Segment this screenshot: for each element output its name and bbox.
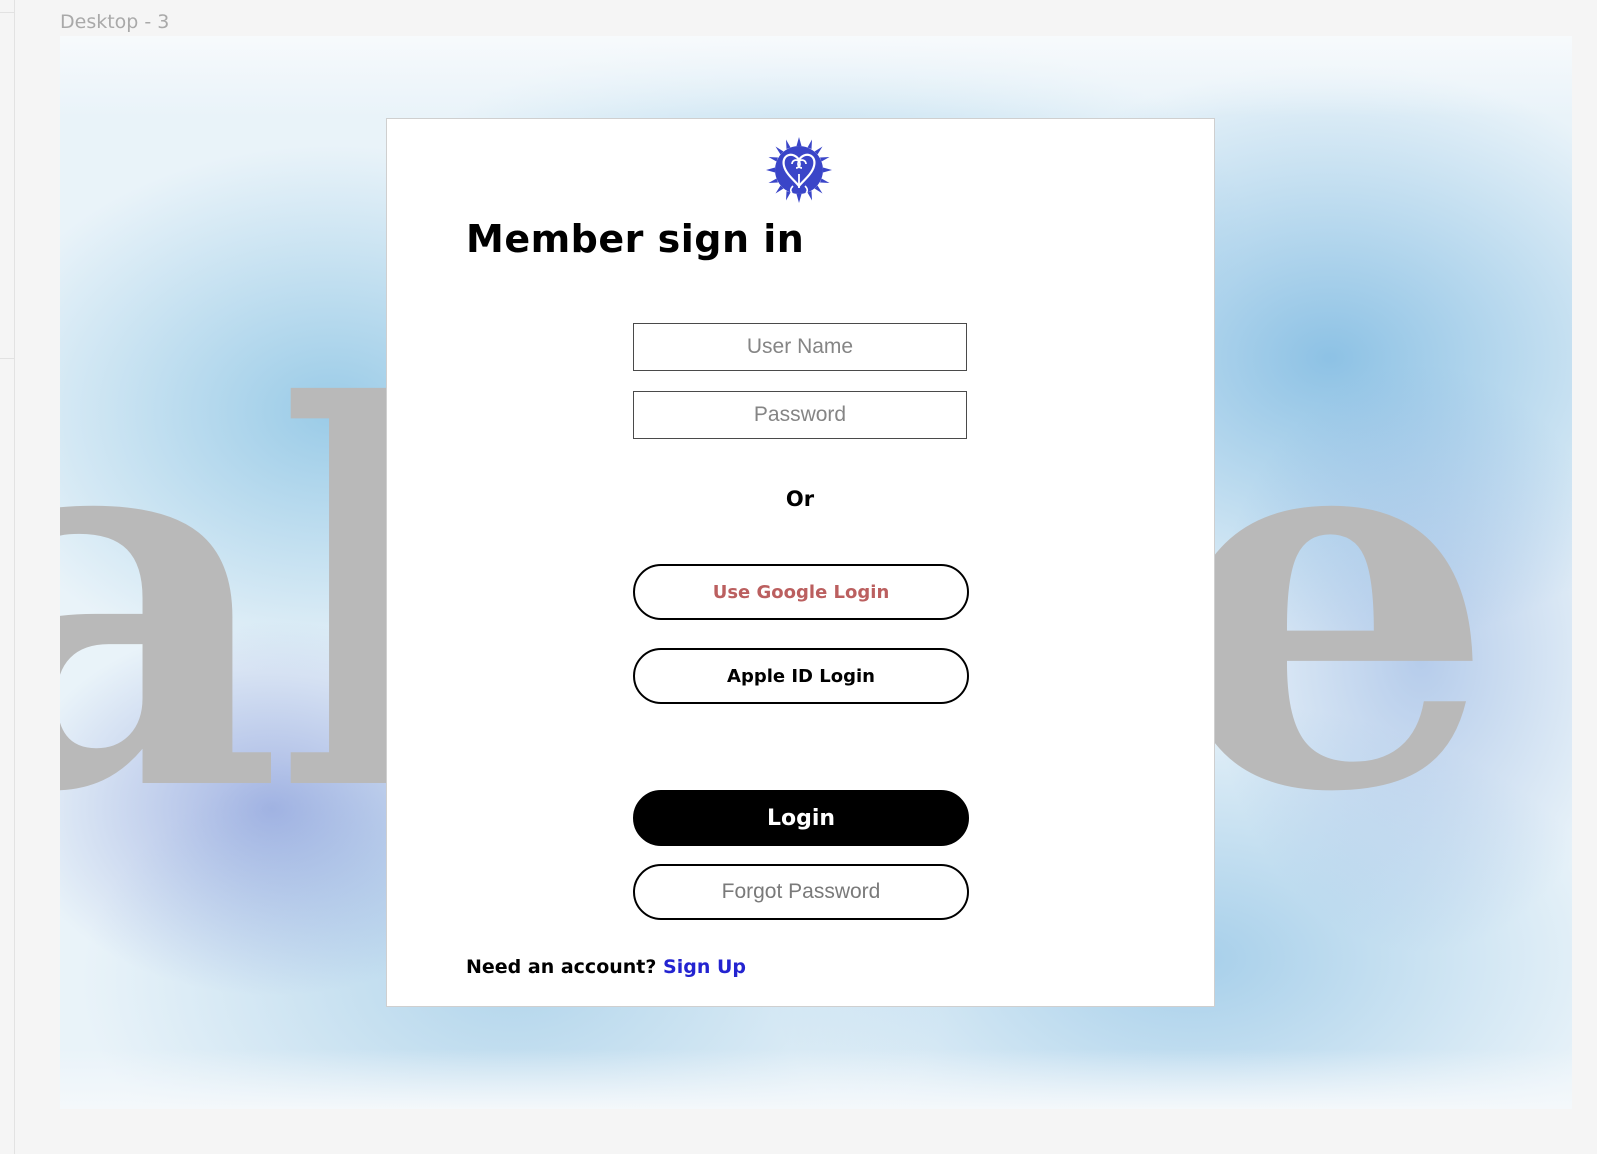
signup-prompt: Need an account? Sign Up xyxy=(466,956,746,978)
forgot-password-button[interactable]: Forgot Password xyxy=(633,864,969,920)
login-label: Login xyxy=(766,805,836,831)
page-title: Member sign in xyxy=(466,217,805,261)
google-login-button[interactable]: Use Google Login xyxy=(633,564,969,620)
frame-label[interactable]: Desktop - 3 xyxy=(60,11,169,33)
forgot-password-label: Forgot Password xyxy=(721,880,881,903)
google-login-label: Use Google Login xyxy=(712,581,890,603)
rail-divider xyxy=(0,12,14,13)
rail-divider xyxy=(0,358,14,359)
password-input[interactable] xyxy=(633,391,967,439)
watercolor-fade-bottom xyxy=(60,1049,1572,1109)
signin-card: Member sign in Or Use Google Login Apple… xyxy=(386,118,1215,1007)
or-divider-label: Or xyxy=(785,487,815,511)
login-button[interactable]: Login xyxy=(633,790,969,846)
left-rail xyxy=(0,0,15,1154)
sankofa-heart-sun-icon xyxy=(766,137,832,203)
apple-login-label: Apple ID Login xyxy=(727,665,875,687)
apple-login-button[interactable]: Apple ID Login xyxy=(633,648,969,704)
username-input[interactable] xyxy=(633,323,967,371)
need-account-text: Need an account? xyxy=(466,956,657,978)
watercolor-fade-top xyxy=(60,36,1572,116)
signup-link[interactable]: Sign Up xyxy=(663,956,746,978)
